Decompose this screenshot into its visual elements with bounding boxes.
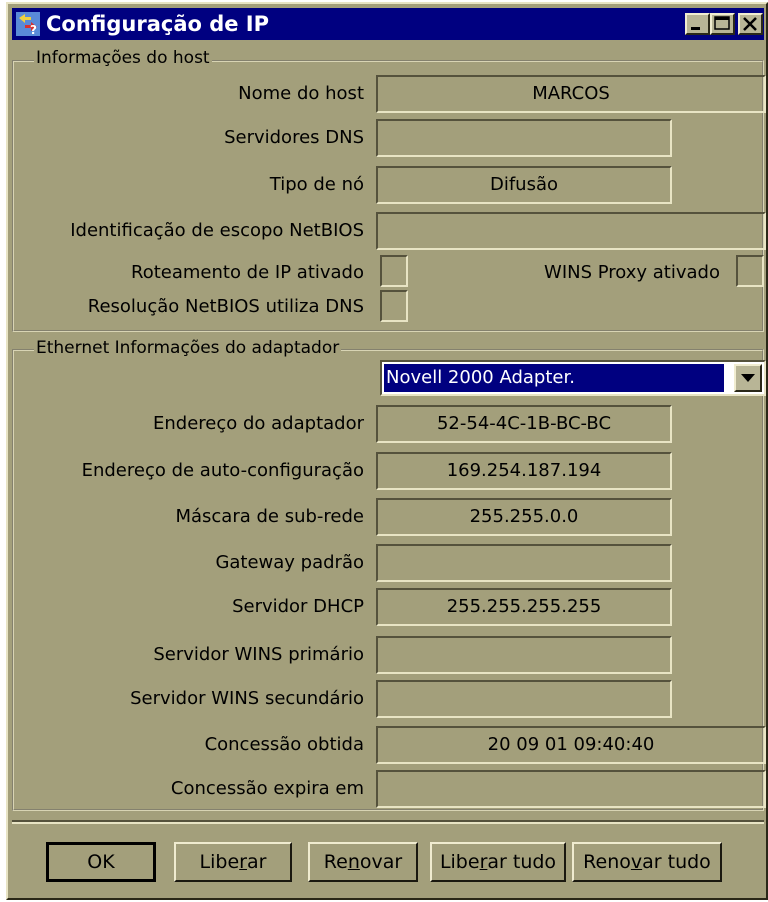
primary-wins-label: Servidor WINS primário	[153, 644, 364, 665]
ip-routing-checkbox[interactable]	[380, 255, 408, 287]
subnet-mask-label: Máscara de sub-rede	[175, 506, 364, 527]
release-all-button[interactable]: Liberar tudo	[430, 842, 566, 882]
adapter-select[interactable]: Novell 2000 Adapter.	[380, 360, 766, 396]
lease-obtained-field: 20 09 01 09:40:40	[376, 726, 766, 764]
renew-label-pre: Re	[323, 851, 348, 873]
adapter-address-field: 52-54-4C-1B-BC-BC	[376, 405, 672, 443]
ip-config-window: ? Configuração de IP Informações do host…	[6, 2, 768, 900]
lease-expires-field	[376, 770, 766, 808]
maximize-icon	[714, 16, 730, 30]
default-gateway-field	[376, 544, 672, 582]
dns-servers-field	[376, 119, 672, 157]
lease-expires-label: Concessão expira em	[170, 778, 364, 799]
adapter-address-label: Endereço do adaptador	[153, 413, 364, 434]
minimize-button[interactable]	[685, 13, 710, 35]
secondary-wins-field	[376, 680, 672, 718]
renew-label-post: ovar	[359, 851, 403, 873]
release-button[interactable]: Liberar	[174, 842, 292, 882]
renew-mnemonic: n	[347, 851, 360, 873]
dhcp-server-label: Servidor DHCP	[232, 596, 364, 617]
maximize-button[interactable]	[710, 13, 735, 35]
netbios-scope-field	[376, 212, 766, 250]
autoconfig-address-field: 169.254.187.194	[376, 452, 672, 490]
minimize-icon	[691, 27, 700, 30]
wins-proxy-checkbox[interactable]	[736, 255, 764, 287]
lease-obtained-label: Concessão obtida	[204, 734, 364, 755]
primary-wins-field	[376, 636, 672, 674]
dhcp-server-field: 255.255.255.255	[376, 588, 672, 626]
netbios-dns-checkbox[interactable]	[380, 290, 408, 322]
wins-proxy-label: WINS Proxy ativado	[544, 262, 720, 283]
autoconfig-address-label: Endereço de auto-configuração	[81, 460, 364, 481]
renew-all-label-post: ar tudo	[642, 851, 711, 873]
ok-button[interactable]: OK	[46, 842, 156, 882]
close-button[interactable]	[738, 13, 763, 35]
window-title: Configuração de IP	[46, 12, 270, 36]
subnet-mask-field: 255.255.0.0	[376, 498, 672, 536]
title-bar[interactable]: ? Configuração de IP	[12, 8, 764, 40]
secondary-wins-label: Servidor WINS secundário	[130, 688, 364, 709]
node-type-field: Difusão	[376, 166, 672, 204]
renew-button[interactable]: Renovar	[308, 842, 418, 882]
release-all-label-post: ar tudo	[487, 851, 557, 873]
release-all-label-pre: Libe	[439, 851, 480, 873]
button-separator	[12, 820, 764, 824]
release-mnemonic: r	[239, 851, 247, 873]
netbios-scope-label: Identificação de escopo NetBIOS	[70, 220, 364, 241]
node-type-label: Tipo de nó	[269, 174, 364, 195]
renew-all-label-pre: Reno	[583, 851, 631, 873]
default-gateway-label: Gateway padrão	[215, 552, 364, 573]
adapter-dropdown-button[interactable]	[734, 364, 762, 392]
adapter-info-legend: Ethernet Informações do adaptador	[34, 338, 342, 358]
adapter-select-value: Novell 2000 Adapter.	[384, 364, 724, 392]
close-icon	[743, 17, 757, 31]
ipconfig-app-icon: ?	[16, 12, 40, 36]
dns-servers-label: Servidores DNS	[224, 127, 364, 148]
dropdown-arrow-icon	[741, 374, 755, 382]
renew-all-button[interactable]: Renovar tudo	[572, 842, 722, 882]
netbios-dns-label: Resolução NetBIOS utiliza DNS	[87, 296, 364, 317]
ip-routing-label: Roteamento de IP ativado	[131, 262, 364, 283]
host-info-legend: Informações do host	[34, 48, 212, 68]
host-name-label: Nome do host	[238, 83, 364, 104]
svg-text:?: ?	[30, 23, 37, 36]
release-label-pre: Libe	[199, 851, 240, 873]
renew-all-mnemonic: v	[630, 851, 643, 873]
release-label-post: ar	[246, 851, 267, 873]
host-name-field: MARCOS	[376, 75, 766, 113]
